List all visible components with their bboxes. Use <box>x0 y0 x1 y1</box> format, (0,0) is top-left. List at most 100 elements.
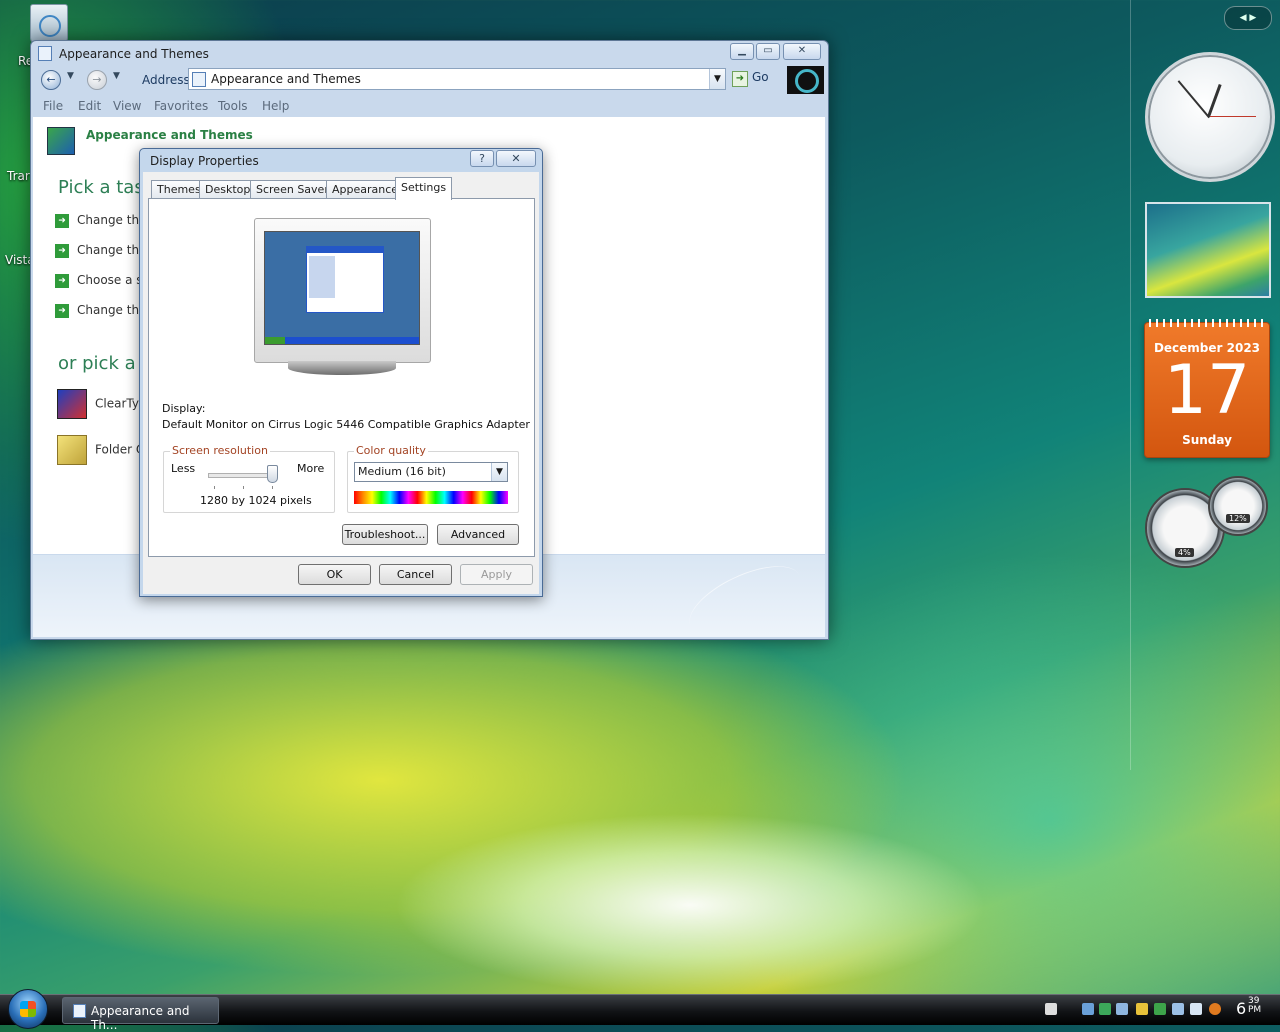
screen-resolution-group: Screen resolution Less More 1280 by 1024… <box>163 444 335 513</box>
chevron-down-icon[interactable]: ▼ <box>67 71 74 81</box>
tab-desktop[interactable]: Desktop <box>199 180 257 199</box>
address-input[interactable]: Appearance and Themes ▼ <box>188 68 726 90</box>
calendar-weekday: Sunday <box>1182 433 1232 447</box>
slider-tick <box>272 486 273 489</box>
menu-favorites[interactable]: Favorites <box>154 99 208 113</box>
dialog-title: Display Properties <box>150 154 259 168</box>
tab-screen-saver[interactable]: Screen Saver <box>250 180 335 199</box>
menu-edit[interactable]: Edit <box>78 99 101 113</box>
clock-second-hand <box>1210 116 1256 117</box>
task-link-label: Change the <box>77 243 147 257</box>
monitor-screen <box>264 231 420 345</box>
memory-meter-gadget[interactable]: 12% <box>1208 476 1268 536</box>
clock-hour-hand <box>1207 84 1222 117</box>
menu-bar: File Edit View Favorites Tools Help <box>31 96 828 116</box>
settings-tab-page: Display: Default Monitor on Cirrus Logic… <box>148 198 535 557</box>
menu-view[interactable]: View <box>113 99 141 113</box>
shield-icon[interactable] <box>1136 1003 1148 1015</box>
appearance-themes-icon <box>47 127 75 155</box>
tray-app-icon[interactable] <box>1116 1003 1128 1015</box>
control-panel-icon <box>73 1004 86 1018</box>
less-label: Less <box>171 462 196 475</box>
chevron-down-icon[interactable]: ▼ <box>709 69 725 89</box>
menu-help[interactable]: Help <box>262 99 289 113</box>
color-spectrum-bar <box>354 491 508 504</box>
help-button[interactable]: ? <box>470 150 494 167</box>
slider-tick <box>214 486 215 489</box>
desktop-icon-label[interactable]: Trar <box>7 169 30 183</box>
folder-options-icon <box>57 435 87 465</box>
task-link[interactable]: ➜ Change the <box>55 243 146 258</box>
cp-item-label: Folder O <box>95 442 146 457</box>
group-caption: Color quality <box>354 444 428 457</box>
close-button[interactable]: ✕ <box>783 43 821 60</box>
menu-file[interactable]: File <box>43 99 63 113</box>
go-label: Go <box>752 70 769 84</box>
address-label: Address <box>142 73 190 87</box>
menu-tools[interactable]: Tools <box>218 99 248 113</box>
taskbar-button-appearance[interactable]: Appearance and Th... <box>62 997 219 1032</box>
tray-app-icon[interactable] <box>1190 1003 1202 1015</box>
tray-app-icon[interactable] <box>1082 1003 1094 1015</box>
chevron-down-icon[interactable]: ▼ <box>491 463 507 481</box>
resolution-value: 1280 by 1024 pixels <box>200 494 312 507</box>
clock-gadget[interactable] <box>1145 52 1275 182</box>
task-link[interactable]: ➜ Change the <box>55 303 146 318</box>
cancel-button[interactable]: Cancel <box>379 564 452 585</box>
calendar-day: 17 <box>1163 351 1251 430</box>
slider-handle[interactable] <box>267 465 278 483</box>
calendar-rings <box>1149 319 1265 327</box>
windows-logo-icon[interactable] <box>8 989 48 1029</box>
slider-tick <box>243 486 244 489</box>
dialog-close-button[interactable]: ✕ <box>496 150 536 167</box>
tray-app-icon[interactable] <box>1172 1003 1184 1015</box>
green-arrow-icon: ➜ <box>55 303 69 318</box>
network-icon[interactable] <box>1154 1003 1166 1015</box>
monitor-preview <box>254 218 431 363</box>
address-value[interactable]: Appearance and Themes <box>211 72 361 86</box>
calendar-gadget[interactable]: December 2023 17 Sunday <box>1144 319 1270 458</box>
window-titlebar[interactable]: Appearance and Themes ▁ ▭ ✕ <box>31 41 828 64</box>
go-button[interactable]: ➜ Go <box>732 70 769 87</box>
preview-window <box>306 246 384 313</box>
forward-arrow-icon[interactable]: → <box>87 70 107 90</box>
clock-ampm: PM <box>1248 1005 1262 1015</box>
task-link-label: Change the <box>77 303 147 317</box>
sidebar-nav-control[interactable]: ◀ ▶ <box>1224 6 1272 30</box>
display-properties-dialog: Display Properties ? ✕ Themes Desktop Sc… <box>139 148 543 597</box>
address-toolbar: ← ▼ → ▼ Address Appearance and Themes ▼ … <box>31 64 828 96</box>
color-quality-group: Color quality Medium (16 bit) ▼ <box>347 444 519 513</box>
maximize-button[interactable]: ▭ <box>756 43 780 60</box>
sidebar-divider <box>1130 0 1131 770</box>
tray-app-icon[interactable] <box>1099 1003 1111 1015</box>
green-arrow-icon: ➜ <box>55 243 69 258</box>
tab-settings[interactable]: Settings <box>395 177 453 200</box>
group-caption: Screen resolution <box>170 444 270 457</box>
clock-minute-hand <box>1177 80 1210 119</box>
task-link[interactable]: ➜ Change the <box>55 213 146 228</box>
taskbar-clock[interactable]: 6 39 PM <box>1236 997 1261 1019</box>
recycle-bin-icon[interactable] <box>30 4 68 44</box>
category-title: Appearance and Themes <box>86 128 253 142</box>
green-arrow-icon: ➜ <box>55 273 69 288</box>
color-quality-select[interactable]: Medium (16 bit) ▼ <box>354 462 508 482</box>
display-value: Default Monitor on Cirrus Logic 5446 Com… <box>162 418 530 431</box>
chevron-down-icon[interactable]: ▼ <box>113 71 120 81</box>
color-quality-value: Medium (16 bit) <box>358 465 446 478</box>
apply-button[interactable]: Apply <box>460 564 533 585</box>
windows-throbber-icon <box>787 66 824 94</box>
search-icon[interactable] <box>1209 1003 1221 1015</box>
troubleshoot-button[interactable]: Troubleshoot... <box>342 524 428 545</box>
advanced-button[interactable]: Advanced <box>437 524 519 545</box>
monitor-stand <box>288 361 396 375</box>
ok-button[interactable]: OK <box>298 564 371 585</box>
task-link-label: Change the <box>77 213 147 227</box>
minimize-button[interactable]: ▁ <box>730 43 754 60</box>
control-panel-icon <box>192 72 206 87</box>
tab-appearance[interactable]: Appearance <box>326 180 405 199</box>
keyboard-icon[interactable] <box>1045 1003 1057 1015</box>
task-link[interactable]: ➜ Choose a sc <box>55 273 149 288</box>
folder-options-item[interactable]: Folder O <box>57 435 145 465</box>
back-arrow-icon[interactable]: ← <box>41 70 61 90</box>
slideshow-gadget[interactable] <box>1145 202 1271 298</box>
